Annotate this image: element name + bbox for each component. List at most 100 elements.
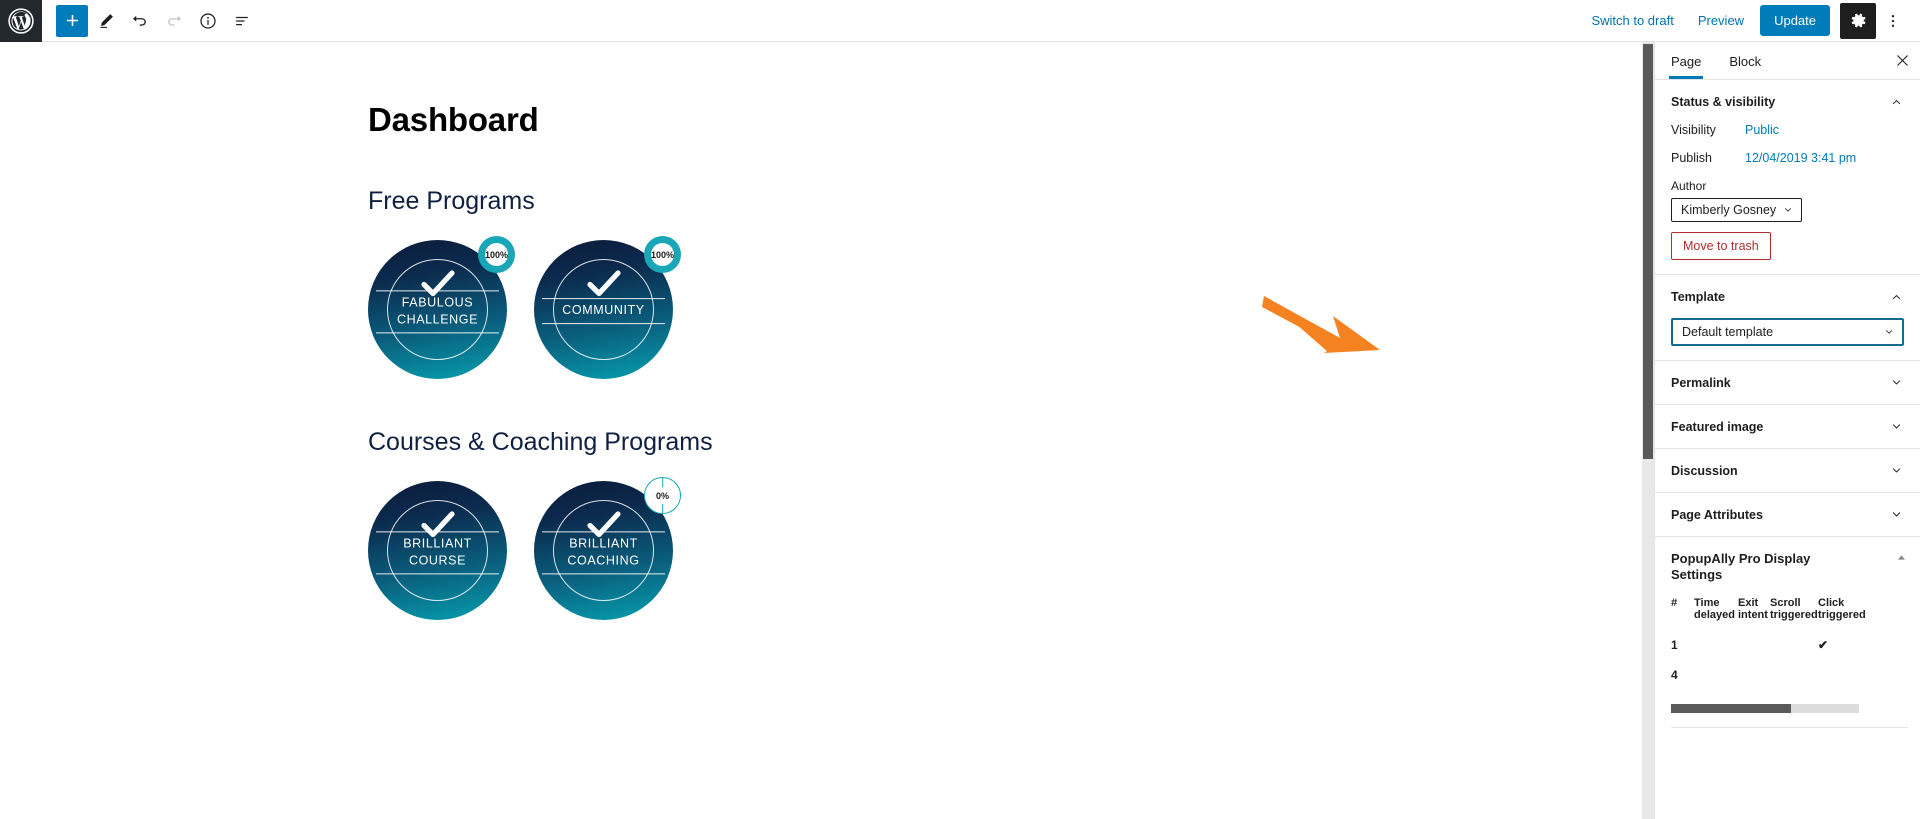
cell-scroll-triggered <box>1770 668 1818 682</box>
program-card-brilliant-coaching[interactable]: BRILLIANT COACHING 0% <box>534 477 681 621</box>
cell-exit-intent <box>1738 668 1770 682</box>
chevron-down-icon <box>1886 330 1892 334</box>
wordpress-logo-icon[interactable] <box>0 0 42 42</box>
column-header-time-delayed: Time delayed <box>1694 596 1735 622</box>
program-label-line1: BRILLIANT <box>403 536 472 551</box>
caret-up-icon <box>1897 555 1906 560</box>
more-options-button[interactable] <box>1876 3 1910 39</box>
program-label-line1: BRILLIANT <box>569 536 638 551</box>
settings-sidebar: Page Block Status & visibility Visibilit… <box>1654 42 1920 819</box>
program-label: BRILLIANT COACHING <box>542 531 665 574</box>
progress-badge: 100% <box>478 236 515 274</box>
gear-icon <box>1851 13 1865 28</box>
list-view-icon <box>236 16 248 25</box>
row-publish: Publish 12/04/2019 3:41 pm <box>1671 151 1904 165</box>
panel-header-status-visibility[interactable]: Status & visibility <box>1655 80 1920 123</box>
post-content: Dashboard Free Programs FABULOUS CHALLEN… <box>0 42 1654 621</box>
cell-exit-intent <box>1738 638 1770 652</box>
panel-title: Template <box>1671 289 1725 304</box>
chevron-down-icon <box>1892 424 1901 429</box>
three-dots-vertical-icon <box>1891 14 1895 27</box>
column-header-click-triggered: Click triggered <box>1818 596 1866 622</box>
undo-button[interactable] <box>124 5 156 37</box>
details-info-button[interactable] <box>192 5 224 37</box>
popupally-table: # Time delayed Exit intent Scroll trigge… <box>1671 597 1908 714</box>
update-button[interactable]: Update <box>1760 5 1830 36</box>
chevron-down-icon <box>1892 380 1901 385</box>
chevron-up-icon <box>1892 99 1901 105</box>
author-value: Kimberly Gosney <box>1681 203 1777 217</box>
table-row[interactable]: 4 <box>1671 668 1908 682</box>
program-card-brilliant-course[interactable]: BRILLIANT COURSE <box>368 481 507 621</box>
column-header-scroll-triggered: Scroll triggered <box>1770 596 1818 622</box>
template-select[interactable]: Default template <box>1671 318 1904 346</box>
program-label: BRILLIANT COURSE <box>376 531 499 574</box>
switch-to-draft-button[interactable]: Switch to draft <box>1579 6 1685 35</box>
tab-block[interactable]: Block <box>1715 44 1775 78</box>
panel-body-status-visibility: Visibility Public Publish 12/04/2019 3:4… <box>1655 123 1920 274</box>
panel-title: Permalink <box>1671 375 1731 390</box>
program-card-community[interactable]: COMMUNITY 100% <box>534 236 681 380</box>
chevron-down-icon <box>1892 512 1901 517</box>
chevron-down-icon <box>1785 208 1792 212</box>
progress-badge: 100% <box>644 236 681 274</box>
cell-index: 1 <box>1671 638 1678 653</box>
undo-arrow-icon <box>133 15 146 26</box>
popupally-horizontal-scrollbar[interactable] <box>1671 704 1859 714</box>
editor-canvas[interactable]: Dashboard Free Programs FABULOUS CHALLEN… <box>0 42 1654 819</box>
program-label-line1: COMMUNITY <box>562 302 645 317</box>
tab-page[interactable]: Page <box>1657 44 1715 79</box>
editor-body: Dashboard Free Programs FABULOUS CHALLEN… <box>0 42 1920 819</box>
section-heading-free-programs[interactable]: Free Programs <box>368 186 1654 216</box>
panel-title: Discussion <box>1671 463 1738 478</box>
preview-button[interactable]: Preview <box>1686 6 1756 35</box>
redo-button[interactable] <box>158 5 190 37</box>
cell-time-delayed <box>1694 668 1738 682</box>
panel-featured-image: Featured image <box>1655 405 1920 449</box>
panel-header-featured-image[interactable]: Featured image <box>1655 405 1920 448</box>
page-title[interactable]: Dashboard <box>368 101 1654 138</box>
panel-template: Template Default template <box>1655 275 1920 361</box>
plus-icon <box>66 14 78 27</box>
panel-header-permalink[interactable]: Permalink <box>1655 361 1920 404</box>
table-row[interactable]: 1 ✔ <box>1671 638 1908 652</box>
visibility-label: Visibility <box>1671 123 1716 137</box>
scrollbar-thumb[interactable] <box>1671 704 1791 714</box>
list-view-button[interactable] <box>226 5 258 37</box>
program-row-courses: BRILLIANT COURSE BRILLIANT COACHING 0% <box>368 477 1654 621</box>
section-heading-courses-coaching[interactable]: Courses & Coaching Programs <box>368 427 1654 457</box>
cell-click-triggered <box>1818 668 1862 682</box>
cell-index: 4 <box>1671 668 1678 683</box>
program-label-line1: FABULOUS <box>401 295 474 310</box>
redo-arrow-icon <box>168 15 181 26</box>
toolbar-left-group <box>42 4 258 37</box>
table-header-row: # Time delayed Exit intent Scroll trigge… <box>1671 597 1908 623</box>
program-label-line2: CHALLENGE <box>396 312 479 327</box>
panel-header-template[interactable]: Template <box>1655 275 1920 318</box>
move-to-trash-button[interactable]: Move to trash <box>1671 232 1771 260</box>
settings-button[interactable] <box>1840 2 1876 39</box>
cell-time-delayed <box>1694 638 1738 652</box>
author-select[interactable]: Kimberly Gosney <box>1671 198 1803 222</box>
author-label: Author <box>1671 179 1707 193</box>
program-label-line2: COURSE <box>408 553 467 568</box>
panel-header-page-attributes[interactable]: Page Attributes <box>1655 493 1920 536</box>
publish-label: Publish <box>1671 151 1712 165</box>
progress-badge-zero: 0% <box>644 477 681 515</box>
editor-vertical-scrollbar[interactable] <box>1642 42 1654 819</box>
edit-mode-button[interactable] <box>90 5 122 37</box>
panel-header-discussion[interactable]: Discussion <box>1655 449 1920 492</box>
publish-date-button[interactable]: 12/04/2019 3:41 pm <box>1745 151 1856 165</box>
cell-click-triggered: ✔ <box>1818 638 1829 653</box>
template-value: Default template <box>1682 325 1774 339</box>
add-block-button[interactable] <box>56 4 88 37</box>
panel-page-attributes: Page Attributes <box>1655 493 1920 537</box>
panel-body-template: Default template <box>1655 318 1920 360</box>
program-card-fabulous-challenge[interactable]: FABULOUS CHALLENGE 100% <box>368 236 515 380</box>
scrollbar-thumb[interactable] <box>1643 44 1653 459</box>
visibility-value-button[interactable]: Public <box>1745 123 1779 137</box>
close-sidebar-button[interactable] <box>1884 43 1920 79</box>
panel-header-popupally-pro[interactable]: PopupAlly Pro Display Settings <box>1671 551 1908 584</box>
wordpress-block-editor: Switch to draft Preview Update Dashboard… <box>0 0 1920 819</box>
info-circle-icon <box>200 12 216 29</box>
